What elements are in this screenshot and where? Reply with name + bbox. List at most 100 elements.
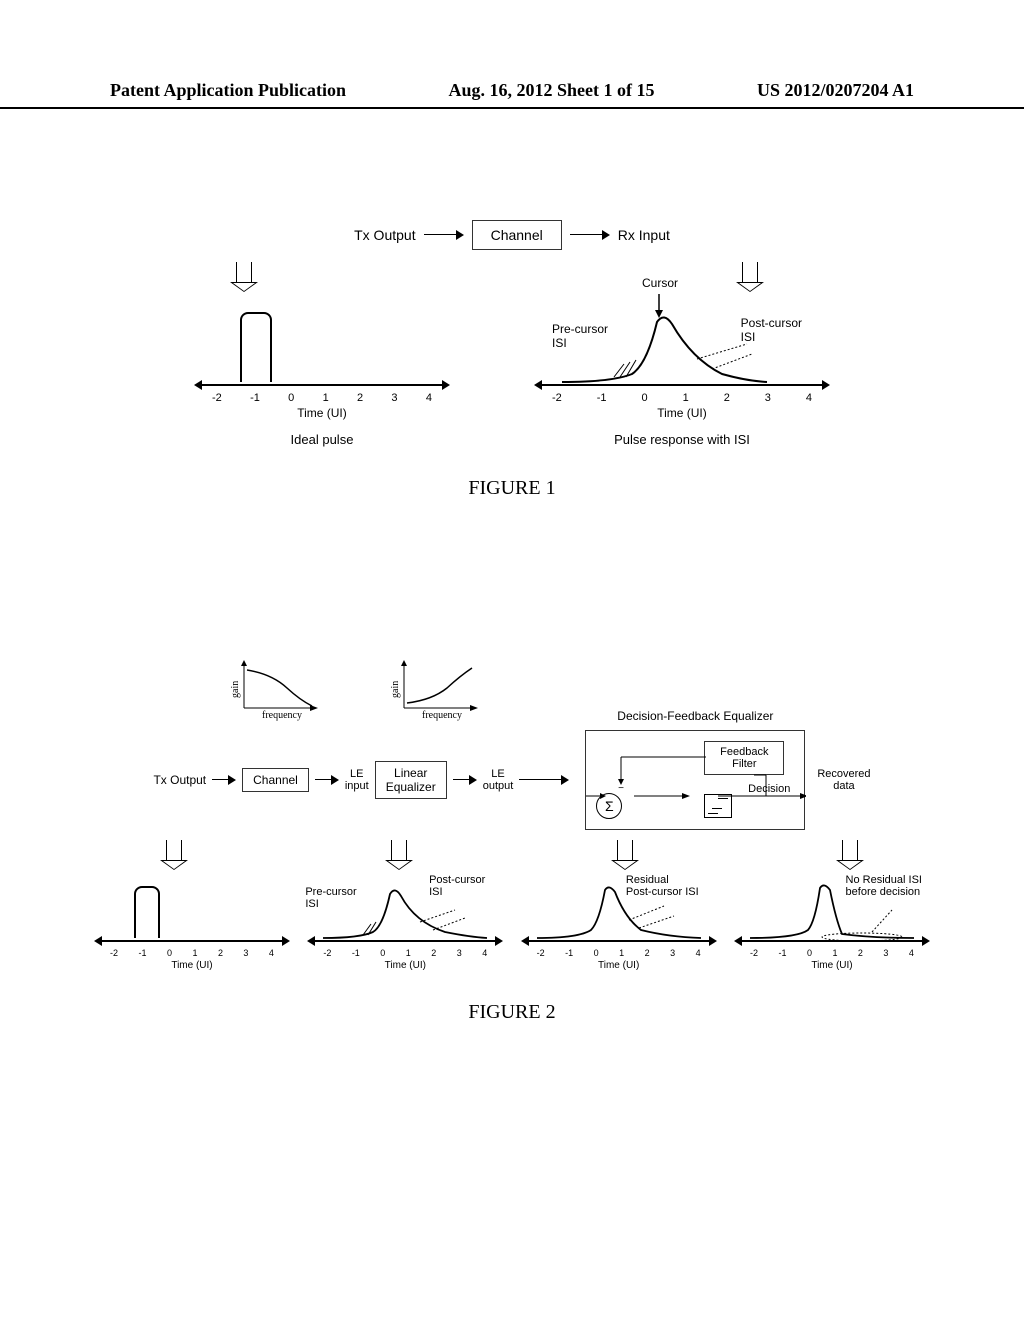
tick: 1	[192, 948, 197, 958]
tick: 1	[619, 948, 624, 958]
down-arrow-icon	[838, 840, 862, 870]
le-output-chart: Residual Post-cursor ISI -2 -1 0 1 2 3 4…	[529, 880, 709, 971]
tick: -1	[352, 948, 360, 958]
x-axis	[315, 940, 495, 942]
channel-gain-chart: gain frequency	[232, 658, 322, 718]
tick: 1	[323, 392, 329, 404]
tick: 4	[426, 392, 432, 404]
tx-output-label: Tx Output	[153, 773, 206, 787]
tick-labels: -2 -1 0 1 2 3 4	[315, 948, 495, 958]
header-center: Aug. 16, 2012 Sheet 1 of 15	[449, 80, 655, 101]
tick: 1	[683, 392, 689, 404]
tick-labels: -2 -1 0 1 2 3 4	[529, 948, 709, 958]
down-arrow-icon	[387, 840, 411, 870]
recovered-data-label: Recovered data	[817, 768, 870, 792]
le-output-label: LE output	[483, 768, 514, 792]
axis-label: Time (UI)	[542, 406, 822, 420]
tick: -2	[750, 948, 758, 958]
tx-output-label: Tx Output	[354, 227, 415, 243]
ideal-pulse-icon	[240, 312, 272, 382]
isi-pulse-chart: Cursor Pre-cursor ISI Post-cursor ISI	[542, 304, 822, 447]
tick: 4	[482, 948, 487, 958]
isi-curve-icon	[315, 880, 495, 940]
tick: 2	[858, 948, 863, 958]
arrow-right-icon	[315, 779, 339, 781]
arrow-right-icon	[570, 234, 610, 236]
residual-curve-icon	[529, 880, 709, 940]
isi-pulse-curve	[552, 304, 772, 384]
down-arrow-icon	[738, 262, 762, 292]
x-axis	[202, 384, 442, 386]
fig2-flow: gain frequency gain frequency Tx Output …	[102, 730, 922, 830]
tick: -2	[552, 392, 562, 404]
tick: 4	[909, 948, 914, 958]
gain-xlabel: frequency	[422, 710, 462, 721]
tick: 3	[457, 948, 462, 958]
x-axis	[742, 940, 922, 942]
tick: 0	[167, 948, 172, 958]
clean-curve-icon	[742, 880, 922, 940]
figure-1-caption: FIGURE 1	[202, 477, 822, 500]
tick-labels: -2 -1 0 1 2 3 4	[542, 392, 822, 404]
arrow-right-icon	[424, 234, 464, 236]
tick: 0	[288, 392, 294, 404]
gain-ylabel: gain	[230, 681, 241, 698]
page-header: Patent Application Publication Aug. 16, …	[0, 80, 1024, 109]
le-input-label: LE input	[345, 768, 369, 792]
chart-title: Ideal pulse	[202, 432, 442, 447]
channel-block: Channel	[472, 220, 562, 250]
tick: -2	[537, 948, 545, 958]
tick: -2	[323, 948, 331, 958]
header-left: Patent Application Publication	[110, 80, 346, 101]
tick: 2	[724, 392, 730, 404]
tick-labels: -2 -1 0 1 2 3 4	[102, 948, 282, 958]
tick: 3	[243, 948, 248, 958]
tick: 2	[357, 392, 363, 404]
tick: 2	[645, 948, 650, 958]
tick: 1	[406, 948, 411, 958]
fig2-down-arrows	[102, 840, 922, 870]
tick: 3	[670, 948, 675, 958]
dfe-wiring-icon: −	[586, 741, 806, 821]
tick: 3	[391, 392, 397, 404]
ideal-pulse-chart: -2 -1 0 1 2 3 4 Time (UI) Ideal pulse	[202, 304, 442, 447]
x-axis	[542, 384, 822, 386]
linear-equalizer-block: Linear Equalizer	[375, 761, 447, 799]
figure-1: Tx Output Channel Rx Input -2 -1 0 1 2 3…	[202, 220, 822, 500]
ideal-pulse-icon	[134, 886, 160, 938]
arrow-right-icon	[212, 779, 236, 781]
down-arrow-icon	[162, 840, 186, 870]
dfe-title: Decision-Feedback Equalizer	[617, 709, 773, 723]
gain-ylabel: gain	[390, 681, 401, 698]
tick: 4	[696, 948, 701, 958]
tick: 2	[218, 948, 223, 958]
rx-input-label: Rx Input	[618, 227, 670, 243]
tick: -1	[250, 392, 260, 404]
gain-xlabel: frequency	[262, 710, 302, 721]
tick: -1	[565, 948, 573, 958]
x-axis	[102, 940, 282, 942]
equalizer-gain-chart: gain frequency	[392, 658, 482, 718]
channel-block: Channel	[242, 768, 309, 792]
fig1-charts: -2 -1 0 1 2 3 4 Time (UI) Ideal pulse Cu…	[202, 304, 822, 447]
tick: -2	[212, 392, 222, 404]
fig2-charts: -2 -1 0 1 2 3 4 Time (UI) Pre-cursor ISI…	[102, 880, 922, 971]
axis-label: Time (UI)	[742, 960, 922, 971]
arrow-right-icon	[519, 779, 569, 781]
fig1-flow: Tx Output Channel Rx Input	[202, 220, 822, 250]
axis-label: Time (UI)	[315, 960, 495, 971]
svg-text:−: −	[618, 783, 624, 794]
tick: 0	[807, 948, 812, 958]
tick: 4	[269, 948, 274, 958]
header-right: US 2012/0207204 A1	[757, 80, 914, 101]
tick: 2	[431, 948, 436, 958]
tick: 3	[765, 392, 771, 404]
tick: -1	[597, 392, 607, 404]
tick: -1	[778, 948, 786, 958]
x-axis	[529, 940, 709, 942]
dfe-block: Decision-Feedback Equalizer Feedback Fil…	[585, 730, 805, 830]
fig1-down-arrows	[202, 262, 822, 292]
tick: 3	[883, 948, 888, 958]
tick-labels: -2 -1 0 1 2 3 4	[202, 392, 442, 404]
tick: 0	[380, 948, 385, 958]
